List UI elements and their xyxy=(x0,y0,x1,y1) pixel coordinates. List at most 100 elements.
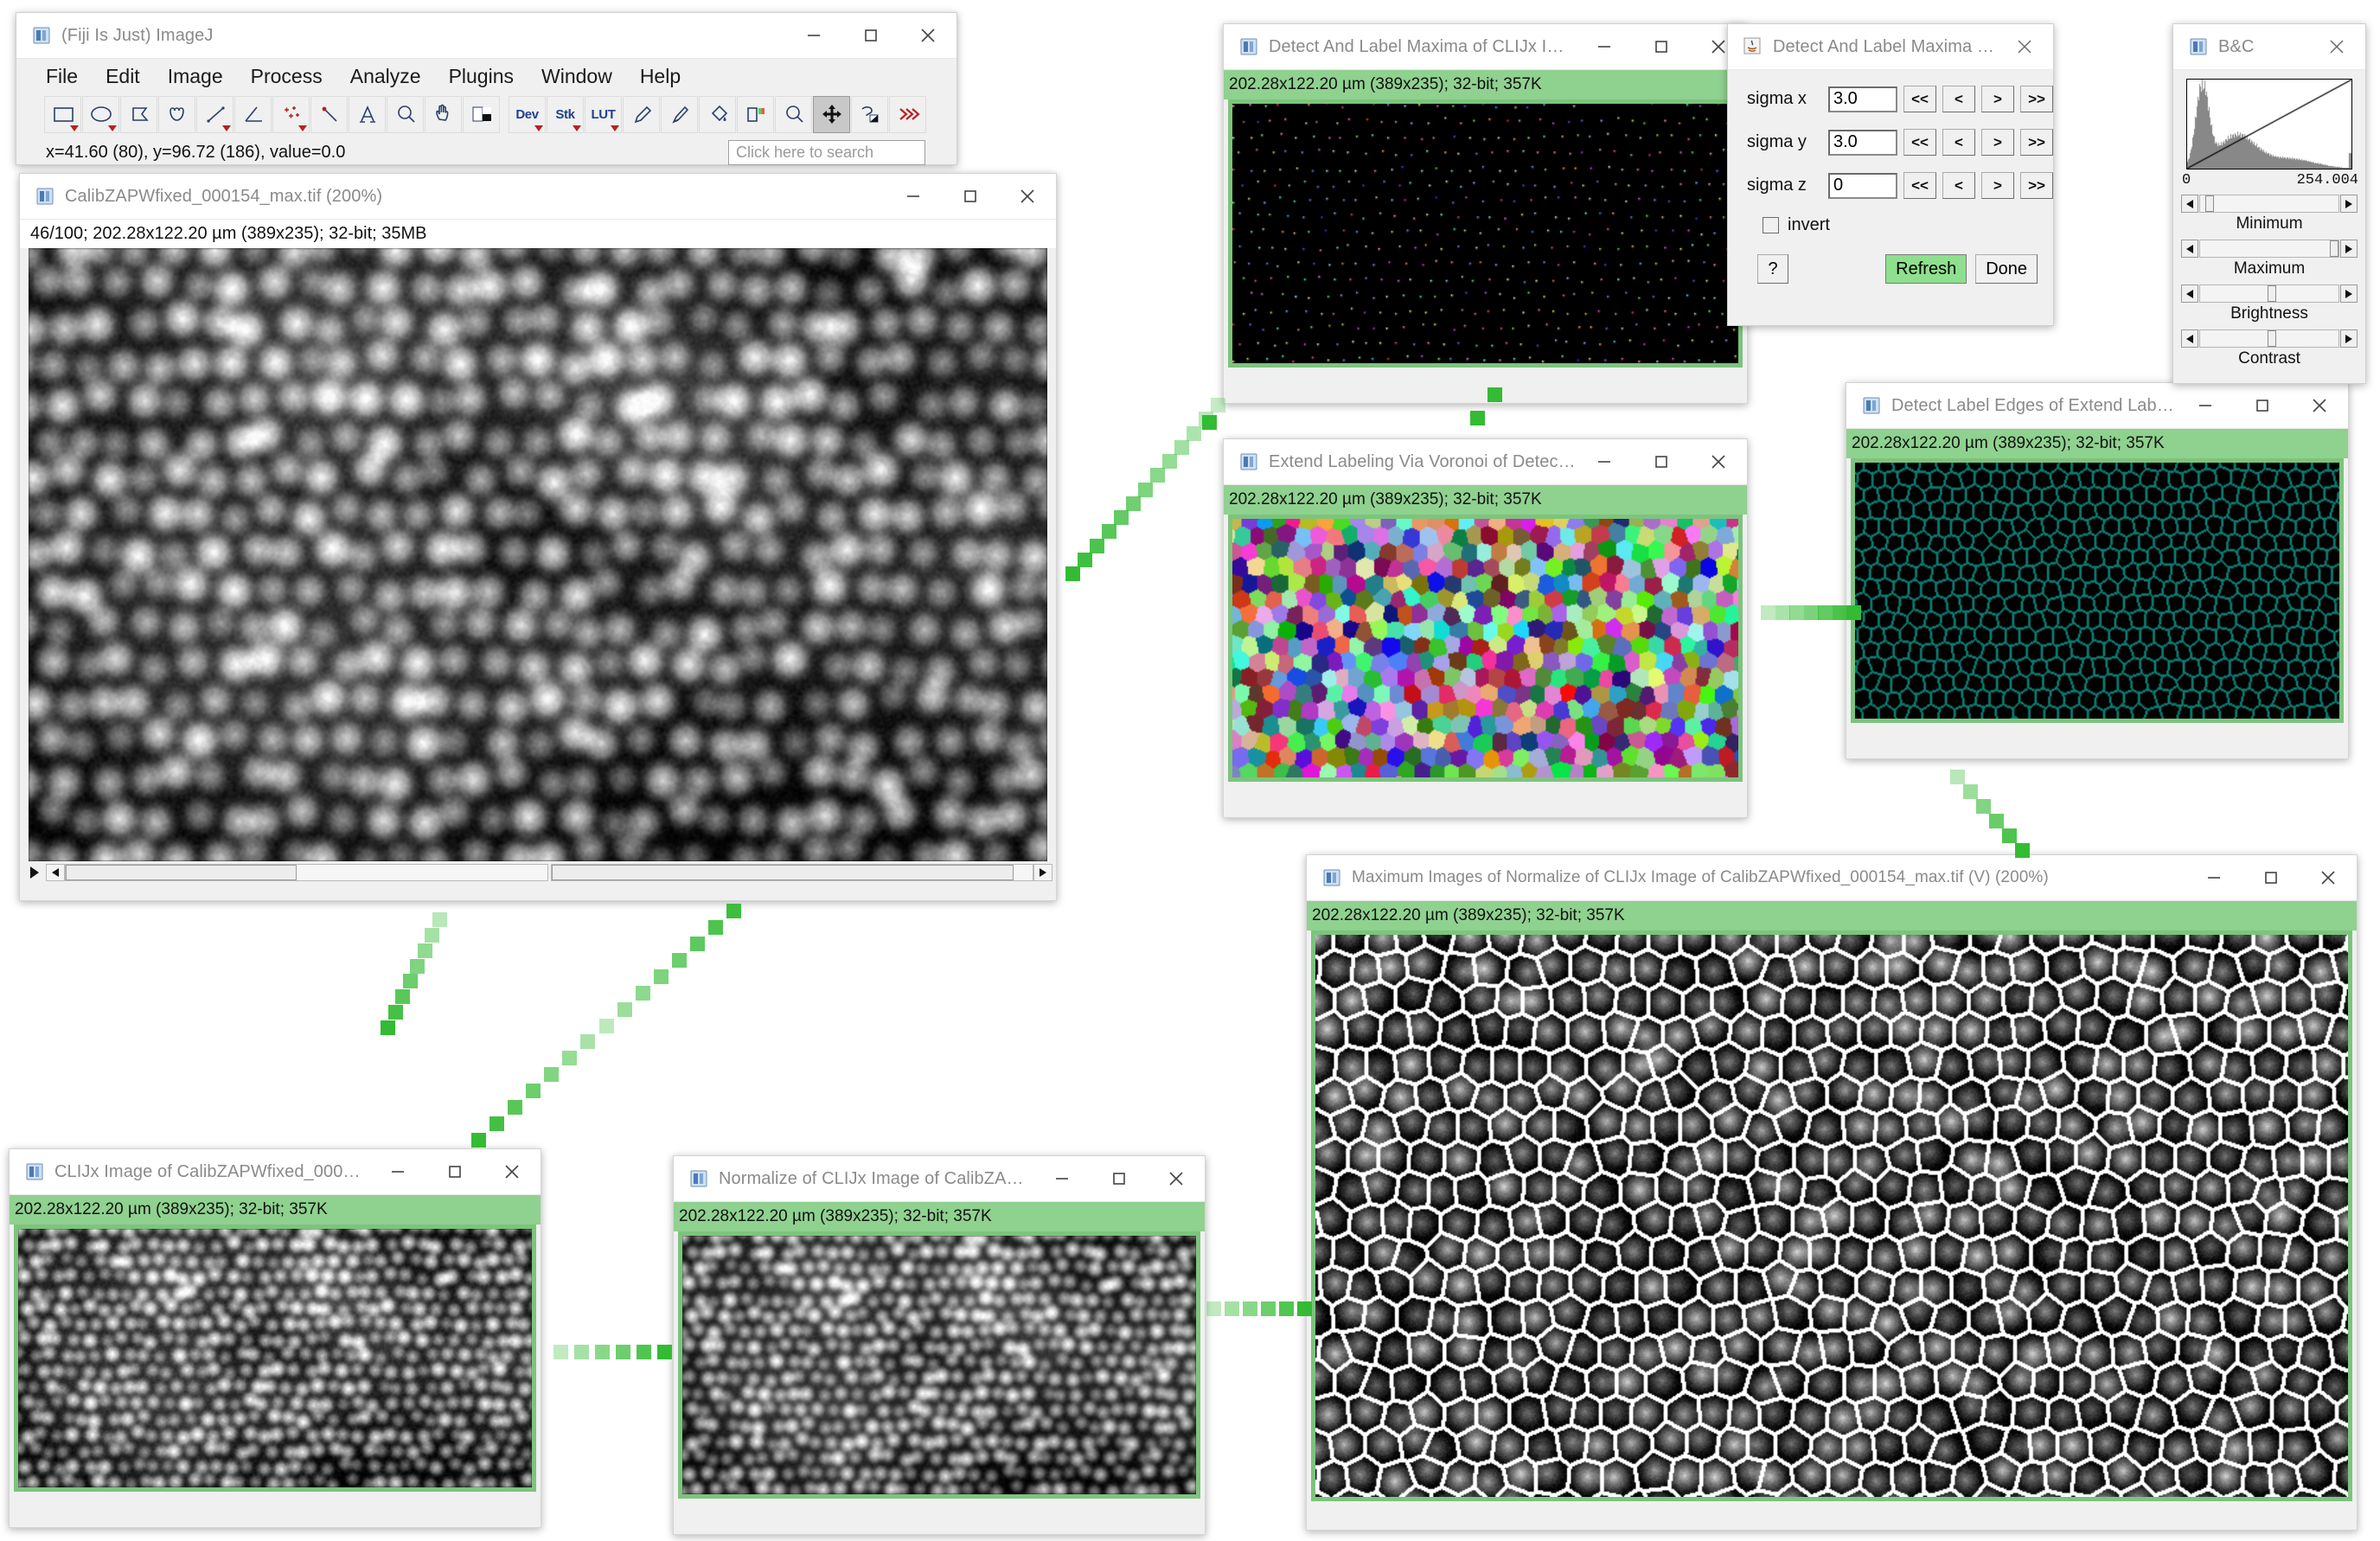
minimum-dec-button[interactable] xyxy=(2181,195,2198,213)
maximize-button[interactable] xyxy=(942,174,999,219)
maximize-button[interactable] xyxy=(842,13,899,58)
move-tool[interactable] xyxy=(813,95,850,133)
done-button[interactable]: Done xyxy=(1975,254,2038,284)
normalize-titlebar[interactable]: Normalize of CLIJx Image of CalibZAPWfix… xyxy=(674,1156,1205,1202)
contrast-inc-button[interactable] xyxy=(2340,329,2358,348)
minimum-inc-button[interactable] xyxy=(2340,195,2358,213)
maximize-button[interactable] xyxy=(426,1149,483,1194)
dropdown-arrow-icon[interactable] xyxy=(534,125,543,131)
stack-tool[interactable]: Stk xyxy=(547,95,584,133)
contrast-slider[interactable] xyxy=(2181,329,2358,348)
overlay-window[interactable]: Maximum Images of Normalize of CLIJx Ima… xyxy=(1306,854,2358,1531)
stack-slider[interactable] xyxy=(550,864,1033,881)
clijx-image-window[interactable]: CLIJx Image of CalibZAPWfixed_000154_...… xyxy=(9,1148,541,1528)
menu-analyze[interactable]: Analyze xyxy=(350,65,421,88)
minimize-button[interactable] xyxy=(885,174,942,219)
sigma-x-input[interactable] xyxy=(1828,86,1897,112)
minimum-track[interactable] xyxy=(2199,195,2339,213)
maxima-window[interactable]: Detect And Label Maxima of CLIJx Image .… xyxy=(1223,23,1748,404)
sigma-z-dec-fast[interactable]: << xyxy=(1903,172,1936,199)
image-canvas[interactable] xyxy=(1851,458,2344,723)
maximum-slider[interactable] xyxy=(2181,240,2358,258)
minimize-button[interactable] xyxy=(1576,24,1633,69)
dropdown-arrow-icon[interactable] xyxy=(108,125,117,131)
sigma-z-inc-fast[interactable]: >> xyxy=(2020,172,2053,199)
brightness-dec-button[interactable] xyxy=(2181,285,2198,303)
sigma-x-dec[interactable]: < xyxy=(1942,86,1975,112)
dropdown-arrow-icon[interactable] xyxy=(70,125,79,131)
close-button[interactable] xyxy=(1690,439,1747,484)
scroll-left-button[interactable] xyxy=(46,864,65,881)
minimize-button[interactable] xyxy=(1576,439,1633,484)
minimize-button[interactable] xyxy=(1033,1156,1091,1201)
brightness-inc-button[interactable] xyxy=(2340,285,2358,303)
image-canvas[interactable] xyxy=(1228,515,1743,782)
minimize-button[interactable] xyxy=(369,1149,426,1194)
brightness-track[interactable] xyxy=(2199,285,2339,303)
maximum-dec-button[interactable] xyxy=(2181,240,2198,258)
menu-bar[interactable]: File Edit Image Process Analyze Plugins … xyxy=(16,59,956,93)
brightness-slider[interactable] xyxy=(2181,285,2358,303)
menu-plugins[interactable]: Plugins xyxy=(449,65,514,88)
scroll-right-button[interactable] xyxy=(1033,864,1052,881)
refresh-button[interactable]: Refresh xyxy=(1885,254,1967,284)
brightness-contrast-window[interactable]: B&C 0 254.004 Minimum Maximum Brightness… xyxy=(2172,23,2366,384)
rectangle-tool[interactable] xyxy=(44,95,81,133)
bc-titlebar[interactable]: B&C xyxy=(2173,24,2365,70)
main-image-window[interactable]: CalibZAPWfixed_000154_max.tif (200%) 46/… xyxy=(19,173,1057,901)
line-tool[interactable] xyxy=(196,95,234,133)
close-button[interactable] xyxy=(1148,1156,1205,1201)
image-canvas[interactable] xyxy=(1228,99,1743,368)
pencil-tool[interactable] xyxy=(623,95,660,133)
invert-checkbox[interactable] xyxy=(1763,217,1779,233)
minimize-button[interactable] xyxy=(2185,855,2242,900)
contrast-track[interactable] xyxy=(2199,329,2339,348)
more-tools[interactable] xyxy=(889,95,926,133)
invert-checkbox-row[interactable]: invert xyxy=(1763,215,2053,235)
sigma-y-input[interactable] xyxy=(1828,129,1897,156)
search-input[interactable]: Click here to search xyxy=(728,139,925,165)
play-button[interactable] xyxy=(23,864,46,881)
clijx-titlebar[interactable]: CLIJx Image of CalibZAPWfixed_000154_... xyxy=(10,1149,541,1195)
minimize-button[interactable] xyxy=(2177,383,2234,428)
sigma-z-input[interactable] xyxy=(1828,172,1897,199)
magnifier-tool[interactable] xyxy=(387,95,424,133)
detect-maxima-dialog[interactable]: Detect And Label Maxima (CLIJx) sigma x … xyxy=(1727,23,2054,326)
normalize-window[interactable]: Normalize of CLIJx Image of CalibZAPWfix… xyxy=(673,1155,1206,1535)
image-canvas[interactable] xyxy=(29,248,1047,861)
sigma-y-dec-fast[interactable]: << xyxy=(1903,129,1936,156)
main-image-titlebar[interactable]: CalibZAPWfixed_000154_max.tif (200%) xyxy=(20,174,1056,220)
fiji-titlebar[interactable]: (Fiji Is Just) ImageJ xyxy=(16,13,956,59)
close-button[interactable] xyxy=(483,1149,541,1194)
menu-file[interactable]: File xyxy=(46,65,78,88)
close-button[interactable] xyxy=(1996,24,2053,69)
lut-tool[interactable]: LUT xyxy=(585,95,622,133)
menu-process[interactable]: Process xyxy=(251,65,323,88)
roi-tool[interactable] xyxy=(851,95,888,133)
close-button[interactable] xyxy=(2300,855,2357,900)
horizontal-scrollbar[interactable] xyxy=(65,864,548,881)
zoom-tool[interactable] xyxy=(775,95,812,133)
maxima-titlebar[interactable]: Detect And Label Maxima of CLIJx Image .… xyxy=(1224,24,1747,70)
hand-tool[interactable] xyxy=(425,95,462,133)
sigma-y-inc[interactable]: > xyxy=(1981,129,2014,156)
point-tool[interactable] xyxy=(272,95,310,133)
dropper-tool[interactable] xyxy=(463,95,500,133)
close-button[interactable] xyxy=(2308,24,2365,69)
dialog-titlebar[interactable]: Detect And Label Maxima (CLIJx) xyxy=(1728,24,2053,70)
voronoi-window[interactable]: Extend Labeling Via Voronoi of Detect An… xyxy=(1223,438,1748,818)
voronoi-titlebar[interactable]: Extend Labeling Via Voronoi of Detect An… xyxy=(1224,439,1747,485)
minimize-button[interactable] xyxy=(785,13,842,58)
close-button[interactable] xyxy=(2291,383,2348,428)
contrast-dec-button[interactable] xyxy=(2181,329,2198,348)
image-scroll-row[interactable] xyxy=(20,861,1056,884)
angle-tool[interactable] xyxy=(234,95,272,133)
overlay-titlebar[interactable]: Maximum Images of Normalize of CLIJx Ima… xyxy=(1307,855,2357,901)
sigma-y-inc-fast[interactable]: >> xyxy=(2020,129,2053,156)
image-canvas[interactable] xyxy=(678,1231,1200,1499)
maximum-inc-button[interactable] xyxy=(2340,240,2358,258)
menu-edit[interactable]: Edit xyxy=(106,65,140,88)
maximize-button[interactable] xyxy=(2242,855,2300,900)
dropdown-arrow-icon[interactable] xyxy=(611,125,619,131)
dropdown-arrow-icon[interactable] xyxy=(573,125,581,131)
